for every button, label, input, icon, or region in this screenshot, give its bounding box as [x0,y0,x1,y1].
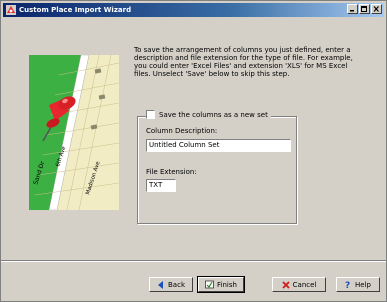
cancel-button-label: Cancel [292,280,317,289]
title-buttons [347,4,382,14]
window-title: Custom Place Import Wizard [19,6,132,14]
close-icon [373,6,379,12]
back-button-label: Back [168,280,185,289]
close-button[interactable] [371,4,382,14]
app-icon [6,5,16,15]
instructions-text: To save the arrangement of columns you j… [134,46,353,78]
back-arrow-icon [157,280,165,289]
finish-button[interactable]: Finish [197,276,245,293]
finish-icon [205,280,214,289]
file-extension-label: File Extension: [146,168,197,176]
cancel-button[interactable]: Cancel [272,277,326,292]
cancel-x-icon [282,280,290,289]
back-button[interactable]: Back [149,277,193,292]
maximize-icon [361,6,367,12]
title-bar[interactable]: Custom Place Import Wizard [3,3,384,17]
maximize-button[interactable] [359,4,370,14]
help-button-label: Help [355,280,371,289]
minimize-button[interactable] [347,4,358,14]
svg-text:?: ? [345,281,350,289]
save-columns-checkbox-row[interactable]: Save the columns as a new set [146,110,271,119]
column-description-input[interactable]: Untitled Column Set [146,139,291,152]
column-description-label: Column Description: [146,127,218,135]
help-button[interactable]: ? Help [336,277,380,292]
map-illustration: Sand Dr 6th Ave Madison Ave [29,55,119,210]
save-columns-label: Save the columns as a new set [159,110,268,119]
save-columns-checkbox[interactable] [146,110,155,119]
help-question-icon: ? [345,280,352,289]
minimize-icon [350,10,354,12]
footer-separator [1,260,386,262]
finish-button-label: Finish [217,280,237,289]
wizard-window: Custom Place Import Wizard Sand Dr 6th A… [0,0,387,302]
file-extension-input[interactable]: TXT [146,179,176,192]
